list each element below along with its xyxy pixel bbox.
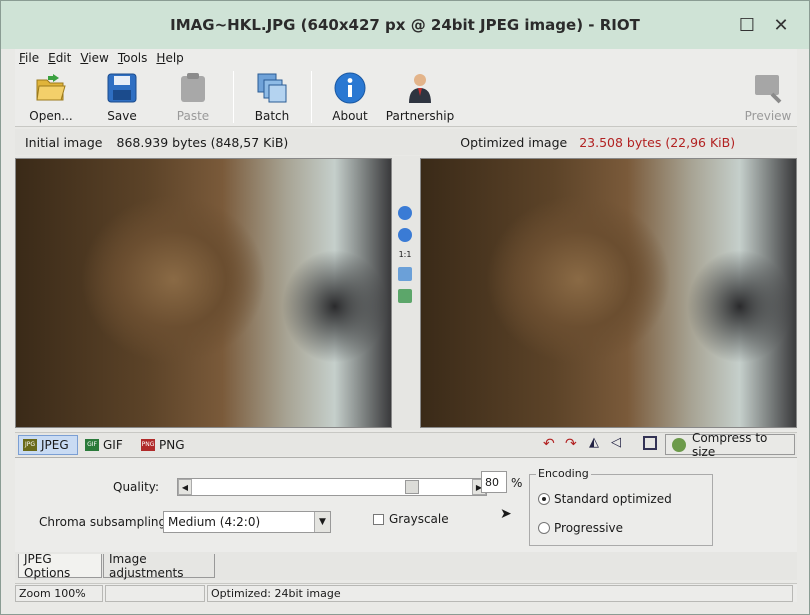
slider-left-arrow[interactable]: ◀ xyxy=(178,479,192,495)
flip-horizontal-icon[interactable]: ◭ xyxy=(589,435,599,450)
open-button[interactable]: Open... xyxy=(29,69,73,125)
zoom-in-icon[interactable] xyxy=(398,206,412,220)
chevron-down-icon[interactable]: ▼ xyxy=(314,512,330,532)
flip-vertical-icon[interactable]: ◁ xyxy=(611,435,621,450)
grayscale-checkbox[interactable] xyxy=(373,514,384,525)
standard-radio[interactable] xyxy=(538,493,550,505)
initial-image-label: Initial image xyxy=(25,134,103,150)
clipboard-icon xyxy=(177,72,209,104)
zoom-out-icon[interactable] xyxy=(398,228,412,242)
sync-view-icon[interactable] xyxy=(398,289,412,303)
folder-open-icon xyxy=(35,72,67,104)
quality-label: Quality: xyxy=(113,480,160,494)
preview-button[interactable]: Preview xyxy=(745,69,791,125)
compress-icon xyxy=(672,437,686,452)
chroma-select[interactable]: Medium (4:2:0) ▼ xyxy=(163,511,331,533)
image-info-bar: Initial image 868.939 bytes (848,57 KiB)… xyxy=(15,129,797,155)
format-tabs-bar: JPG JPEG GIF GIF PNG PNG ↶ ↷ ◭ ◁ Compress t… xyxy=(15,431,797,459)
progressive-radio[interactable] xyxy=(538,522,550,534)
image-compare-area: 1:1 xyxy=(15,156,797,430)
optimized-photo xyxy=(421,159,796,427)
title-bar: IMAG~HKL.JPG (640x427 px @ 24bit JPEG im… xyxy=(1,1,809,49)
quality-slider[interactable]: ◀ ▶ xyxy=(177,478,487,496)
rotate-right-icon[interactable]: ↷ xyxy=(565,436,577,452)
standard-label: Standard optimized xyxy=(554,492,672,506)
initial-image-view[interactable] xyxy=(15,158,392,428)
info-icon xyxy=(334,72,366,104)
encoding-label: Encoding xyxy=(536,467,591,480)
optimized-image-view[interactable] xyxy=(420,158,797,428)
slider-thumb[interactable] xyxy=(405,480,419,494)
mouse-cursor-icon: ➤ xyxy=(500,506,512,522)
chroma-label: Chroma subsampling: xyxy=(39,515,171,529)
quality-input[interactable]: 80 xyxy=(481,471,507,493)
status-middle xyxy=(105,584,205,602)
menu-tools[interactable]: Tools xyxy=(118,51,148,65)
fit-image-icon[interactable] xyxy=(398,267,412,281)
compress-to-size-button[interactable]: Compress to size xyxy=(665,431,795,459)
tab-png[interactable]: PNG PNG xyxy=(137,435,197,455)
toolbar-separator xyxy=(233,71,234,123)
riot-window: IMAG~HKL.JPG (640x427 px @ 24bit JPEG im… xyxy=(0,0,810,615)
zoom-status: Zoom 100% xyxy=(15,584,103,602)
options-tabs: JPEG Options Image adjustments xyxy=(15,552,797,580)
optimized-image-size: 23.508 bytes (22,96 KiB) xyxy=(579,134,736,150)
progressive-label: Progressive xyxy=(554,521,624,535)
menu-bar: File Edit View Tools Help xyxy=(15,49,797,67)
menu-help[interactable]: Help xyxy=(156,51,183,65)
png-format-icon: PNG xyxy=(141,439,155,451)
tab-gif[interactable]: GIF GIF xyxy=(81,435,131,455)
batch-button[interactable]: Batch xyxy=(253,69,291,125)
close-button[interactable]: ✕ xyxy=(769,13,793,37)
status-bar: Zoom 100% Optimized: 24bit image xyxy=(15,583,797,602)
businessman-icon xyxy=(404,72,436,104)
partnership-button[interactable]: Partnership xyxy=(386,69,454,125)
toolbar: Open... Save Paste Batch About Partnersh… xyxy=(15,67,797,127)
menu-edit[interactable]: Edit xyxy=(48,51,71,65)
paste-button[interactable]: Paste xyxy=(175,69,211,125)
window-title: IMAG~HKL.JPG (640x427 px @ 24bit JPEG im… xyxy=(170,16,640,34)
initial-photo xyxy=(16,159,391,427)
actual-size-button[interactable]: 1:1 xyxy=(395,250,415,259)
gif-format-icon: GIF xyxy=(85,439,99,451)
save-button[interactable]: Save xyxy=(105,69,139,125)
tab-jpeg[interactable]: JPG JPEG xyxy=(18,435,78,455)
batch-images-icon xyxy=(256,72,288,104)
floppy-disk-icon xyxy=(106,72,138,104)
preview-icon xyxy=(752,72,784,104)
menu-view[interactable]: View xyxy=(80,51,108,65)
quality-unit: % xyxy=(511,476,523,490)
crop-icon[interactable] xyxy=(643,436,657,450)
tab-jpeg-options[interactable]: JPEG Options xyxy=(18,552,102,580)
about-button[interactable]: About xyxy=(331,69,369,125)
encoding-group: Encoding Standard optimized Progressive xyxy=(529,467,713,546)
optimized-status: Optimized: 24bit image xyxy=(207,584,793,602)
zoom-tools: 1:1 xyxy=(395,206,415,311)
toolbar-separator xyxy=(311,71,312,123)
rotate-left-icon[interactable]: ↶ xyxy=(543,436,555,452)
maximize-button[interactable]: ☐ xyxy=(735,13,759,37)
menu-file[interactable]: File xyxy=(19,51,39,65)
jpeg-options-panel: Quality: ◀ ▶ 80 % Chroma subsampling: Me… xyxy=(15,457,797,552)
jpeg-format-icon: JPG xyxy=(23,439,37,451)
tab-image-adjustments[interactable]: Image adjustments xyxy=(103,552,215,580)
optimized-image-label: Optimized image xyxy=(460,134,568,150)
grayscale-label: Grayscale xyxy=(389,512,449,526)
initial-image-size: 868.939 bytes (848,57 KiB) xyxy=(116,134,289,150)
